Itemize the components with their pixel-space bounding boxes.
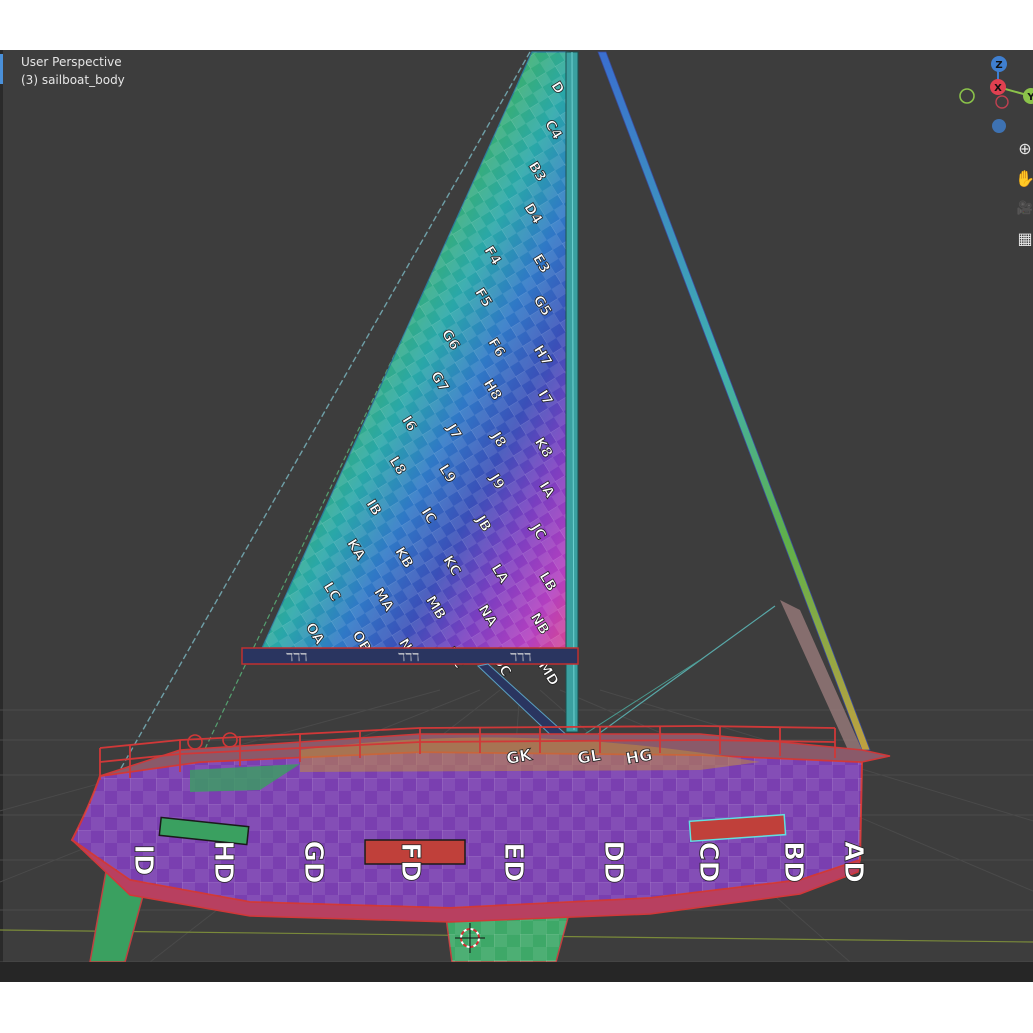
svg-text:X: X (994, 83, 1002, 94)
hull-uv-label: CD (693, 842, 723, 883)
viewport-bottom-bar (0, 962, 1033, 982)
active-object-label: (3) sailboat_body (21, 73, 125, 87)
boom-label: ℸℸℸ (510, 651, 531, 664)
boom-label: ℸℸℸ (398, 651, 419, 664)
svg-text:Y: Y (1026, 92, 1033, 103)
zoom-icon[interactable]: ⊕ (1015, 138, 1033, 160)
deck-uv-label: GL (576, 745, 602, 768)
scene-canvas[interactable]: DC4B3D4F4 E3F5 G5G6 F6 H7G7 H8 I7I6 J7 J8 K8L8 L9 J… (0, 50, 1033, 982)
neg-z-axis-icon[interactable] (992, 119, 1006, 133)
navigation-gizmo[interactable]: Z X Y (955, 50, 1033, 140)
neg-x-axis-icon[interactable] (995, 95, 1009, 109)
svg-text:Z: Z (995, 60, 1002, 71)
hull-uv-label: BD (778, 841, 808, 882)
hull-uv-label: GD (298, 841, 328, 884)
hull-uv-label: HD (208, 840, 238, 883)
x-axis-icon[interactable]: X (990, 79, 1006, 95)
boom: ℸℸℸ ℸℸℸ ℸℸℸ (241, 647, 579, 665)
3d-viewport[interactable]: D C4 B3 D4 F4 E3 F5 G5 G6 F6 H7 G7 H8 I7 I6 J7 J8 K8 L8 L9 J… (0, 50, 1033, 982)
neg-y-axis-icon[interactable] (959, 88, 975, 104)
view-mode-label: User Perspective (21, 55, 122, 69)
hull-uv-label: AD (838, 841, 868, 883)
grid-icon[interactable]: ▦ (1015, 228, 1033, 250)
hull-uv-label: ED (498, 842, 528, 881)
pan-hand-icon[interactable]: ✋ (1015, 168, 1033, 190)
boom-label: ℸℸℸ (286, 651, 307, 664)
mainsail[interactable]: DC4B3D4F4 E3F5 G5G6 F6 H7G7 H8 I7I6 J7 J8 K8L8 L9 J… (261, 51, 573, 689)
hull-uv-label: ID (128, 844, 158, 875)
z-axis-icon[interactable]: Z (991, 56, 1007, 72)
y-axis-icon[interactable]: Y (1023, 88, 1033, 104)
forestay (597, 51, 871, 751)
hull-uv-label: FD (395, 842, 425, 881)
camera-icon[interactable]: 🎥 (1015, 198, 1033, 220)
hull-uv-label: DD (598, 840, 628, 883)
hull[interactable]: ID HD GD FD ED DD CD BD AD GK GL HG (70, 725, 891, 923)
